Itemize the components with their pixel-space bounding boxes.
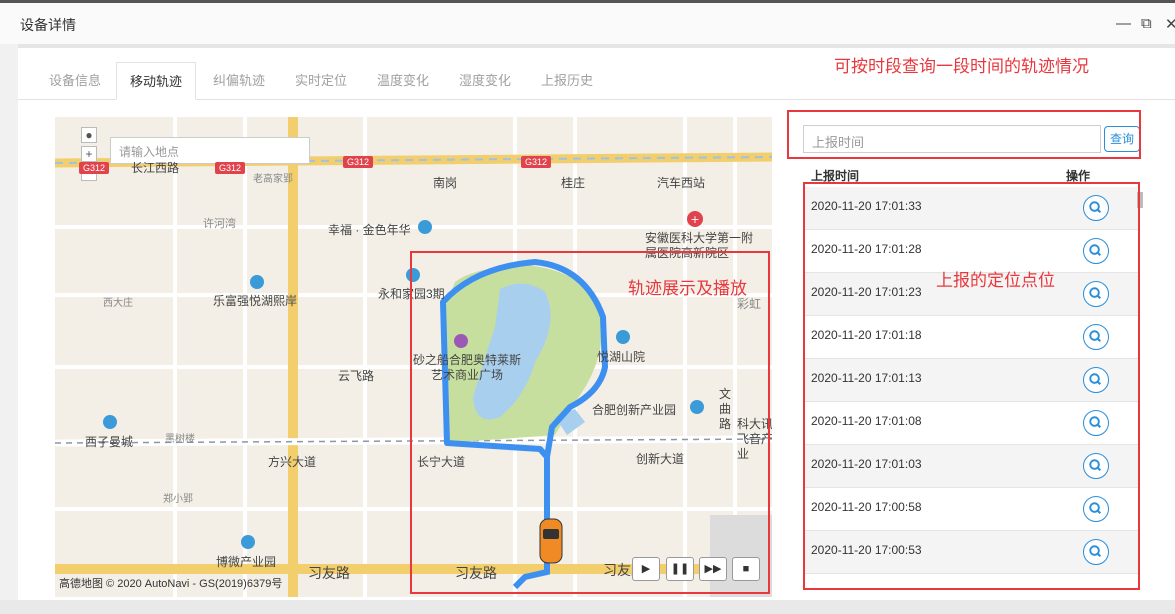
annotation-report-points: 上报的定位点位: [936, 271, 1055, 290]
map-label: 博微产业园: [216, 555, 277, 569]
tab-device-info[interactable]: 设备信息: [36, 62, 114, 100]
tab-corrected-track[interactable]: 纠偏轨迹: [200, 62, 278, 100]
map-label: 许河湾: [203, 218, 236, 230]
map-label: 西子曼城: [85, 435, 134, 449]
map-copyright: 高德地图 © 2020 AutoNavi - GS(2019)6379号: [59, 578, 283, 590]
map-label: 汽车西站: [657, 176, 706, 190]
tab-realtime-location[interactable]: 实时定位: [282, 62, 360, 100]
map-label: 乐富强悦湖熙岸: [213, 294, 298, 308]
annotation-box-list: [803, 182, 1140, 590]
road-badge: G312: [215, 162, 246, 174]
map-label: 老高家郢: [253, 174, 293, 185]
map-label: 西大庄: [103, 298, 133, 309]
road-badge: G312: [79, 162, 110, 174]
map-label: 云飞路: [338, 369, 375, 383]
map-label: 黑树楼: [165, 434, 195, 445]
tab-humidity[interactable]: 湿度变化: [446, 62, 524, 100]
window-titlebar: 设备详情 — ⧉ ✕: [0, 0, 1175, 44]
map-label: 幸福 · 金色年华: [328, 223, 411, 237]
map-label: 郑小郢: [163, 494, 193, 505]
annotation-box-query: [787, 110, 1141, 159]
locate-icon[interactable]: ●: [81, 127, 97, 143]
annotation-track-playback: 轨迹展示及播放: [628, 279, 747, 298]
map-label: 习友路: [308, 565, 350, 581]
annotation-box-map: [410, 251, 770, 594]
road-badge: G312: [343, 156, 374, 168]
close-icon[interactable]: ✕: [1165, 15, 1175, 33]
road-badge: G312: [521, 156, 552, 168]
map-label: 桂庄: [561, 176, 586, 190]
maximize-icon[interactable]: ⧉: [1141, 15, 1152, 32]
tab-report-history[interactable]: 上报历史: [528, 62, 606, 100]
minimize-icon[interactable]: —: [1116, 15, 1131, 32]
map-label: 长江西路: [131, 161, 180, 175]
bottom-bar: [0, 600, 1175, 614]
annotation-query-by-period: 可按时段查询一段时间的轨迹情况: [834, 57, 1089, 76]
map-label: 南岗: [433, 176, 458, 190]
zoom-control: ● + −: [81, 127, 101, 184]
zoom-in-button[interactable]: +: [81, 146, 97, 162]
panel-top-divider: [18, 44, 1175, 48]
window-title: 设备详情: [20, 17, 76, 33]
map-label: 方兴大道: [268, 455, 317, 469]
tab-temperature[interactable]: 温度变化: [364, 62, 442, 100]
svg-text:+: +: [690, 213, 699, 226]
tab-movement-track[interactable]: 移动轨迹: [116, 62, 196, 100]
